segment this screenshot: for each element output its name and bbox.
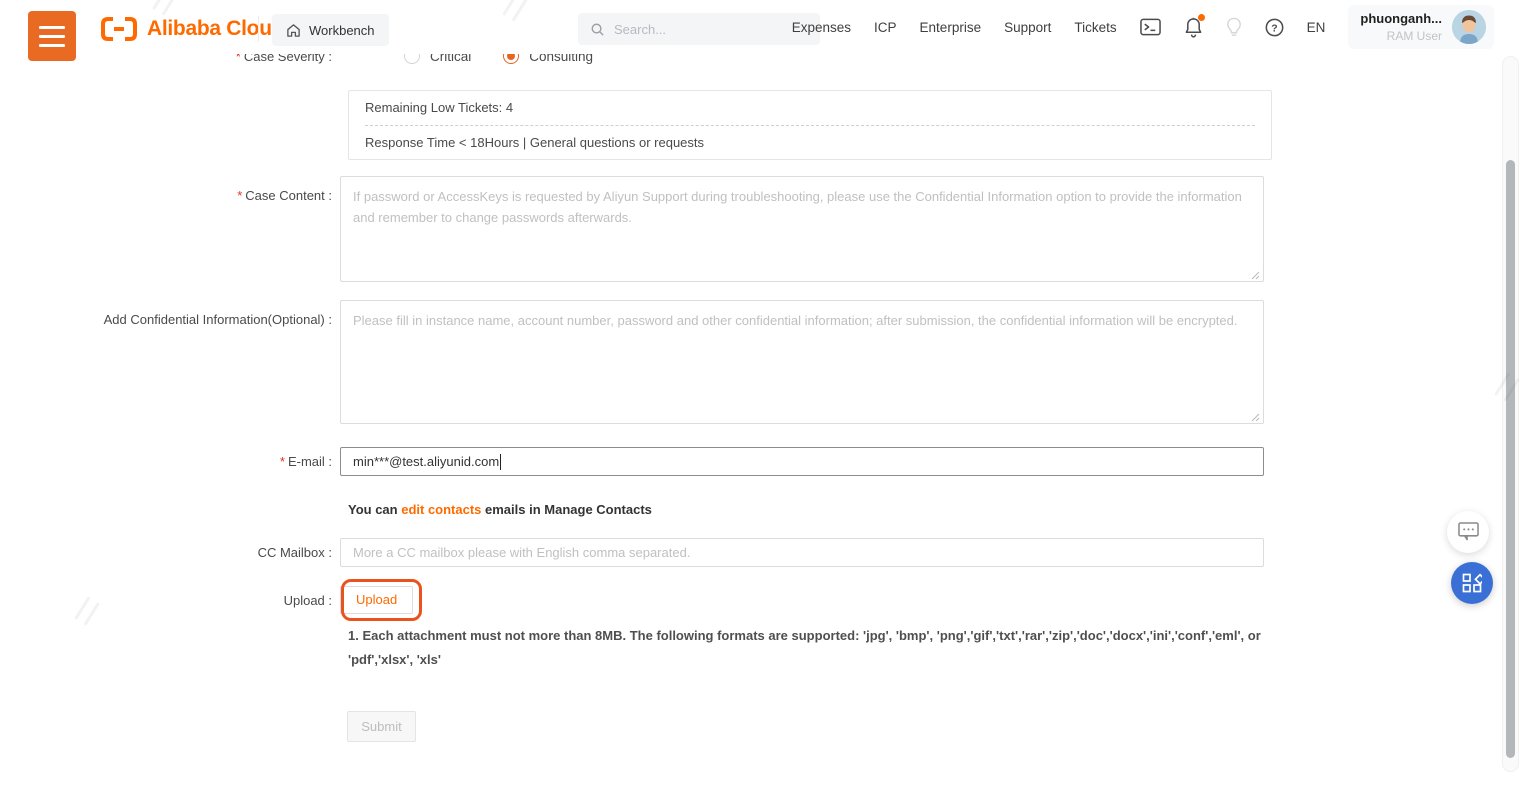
required-mark: * (280, 454, 285, 469)
alibaba-cloud-logo[interactable]: Alibaba Cloud (100, 12, 284, 46)
apps-grid-icon (1462, 573, 1482, 593)
suggestions-button[interactable] (1226, 17, 1242, 38)
help-circle-icon: ? (1265, 18, 1284, 37)
scrollbar-thumb[interactable] (1506, 160, 1515, 758)
email-label: *E-mail : (0, 454, 340, 469)
top-header: Alibaba Cloud Workbench Search... Expens… (0, 0, 1534, 54)
terminal-icon (1140, 18, 1161, 36)
avatar[interactable] (1452, 10, 1486, 44)
attachment-note-line2: 'pdf','xlsx', 'xls' (348, 648, 1348, 672)
chat-bubble-icon (1458, 522, 1479, 542)
cloud-shell-button[interactable] (1140, 18, 1161, 36)
upload-label: Upload : (0, 593, 340, 608)
language-selector[interactable]: EN (1307, 20, 1326, 35)
quick-apps-button[interactable] (1451, 562, 1493, 604)
attachment-note-line1: 1. Each attachment must not more than 8M… (348, 624, 1348, 648)
confidential-textarea[interactable] (340, 300, 1264, 424)
attachment-note: 1. Each attachment must not more than 8M… (348, 624, 1348, 672)
nav-icp[interactable]: ICP (874, 20, 897, 35)
account-role: RAM User (1360, 28, 1442, 44)
email-value: min***@test.aliyunid.com (353, 454, 499, 469)
submit-button[interactable]: Submit (347, 711, 416, 742)
cc-mailbox-row: CC Mailbox : More a CC mailbox please wi… (0, 538, 1330, 567)
nav-tickets[interactable]: Tickets (1074, 20, 1116, 35)
confidential-row: Add Confidential Information(Optional) : (0, 300, 1330, 429)
svg-text:?: ? (1271, 23, 1277, 34)
alibaba-cloud-brackets-icon (100, 16, 138, 42)
upload-button[interactable]: Upload (340, 586, 413, 614)
case-content-row: *Case Content : (0, 176, 1330, 287)
search-input[interactable]: Search... (578, 13, 820, 45)
logo-text: Alibaba Cloud (147, 17, 284, 41)
notification-dot (1198, 14, 1205, 21)
email-input[interactable]: min***@test.aliyunid.com (340, 447, 1264, 476)
nav-enterprise[interactable]: Enterprise (920, 20, 982, 35)
cc-placeholder: More a CC mailbox please with English co… (353, 545, 690, 560)
ticket-info-box: Remaining Low Tickets: 4 Response Time <… (348, 90, 1272, 160)
text-caret (500, 454, 501, 470)
search-placeholder: Search... (614, 22, 666, 37)
ticket-form: *Case Severity : Critical Consulting Rem… (0, 0, 1534, 806)
email-row: *E-mail : min***@test.aliyunid.com (0, 447, 1330, 476)
workbench-label: Workbench (309, 23, 375, 38)
cc-mailbox-label: CC Mailbox : (0, 545, 340, 560)
menu-hamburger-button[interactable] (28, 11, 76, 61)
case-content-label: *Case Content : (0, 176, 340, 287)
feedback-chat-button[interactable] (1447, 511, 1489, 553)
header-divider (258, 16, 259, 42)
workbench-button[interactable]: Workbench (272, 14, 389, 46)
confidential-label: Add Confidential Information(Optional) : (0, 300, 340, 429)
edit-contacts-link[interactable]: edit contacts (401, 502, 481, 517)
nav-expenses[interactable]: Expenses (792, 20, 851, 35)
remaining-tickets-text: Remaining Low Tickets: 4 (365, 91, 1255, 126)
upload-row: Upload : Upload (0, 586, 1330, 614)
help-button[interactable]: ? (1265, 18, 1284, 37)
cc-mailbox-input[interactable]: More a CC mailbox please with English co… (340, 538, 1264, 567)
notifications-button[interactable] (1184, 17, 1203, 38)
required-mark: * (237, 188, 242, 203)
account-menu[interactable]: phuonganh... RAM User (1348, 5, 1494, 49)
lightbulb-icon (1226, 17, 1242, 38)
response-time-text: Response Time < 18Hours | General questi… (365, 126, 1255, 160)
email-help-text: You can edit contacts emails in Manage C… (348, 502, 652, 517)
nav-support[interactable]: Support (1004, 20, 1051, 35)
account-name: phuonganh... (1360, 10, 1442, 28)
home-icon (286, 23, 301, 38)
search-icon (590, 22, 605, 37)
case-content-textarea[interactable] (340, 176, 1264, 282)
